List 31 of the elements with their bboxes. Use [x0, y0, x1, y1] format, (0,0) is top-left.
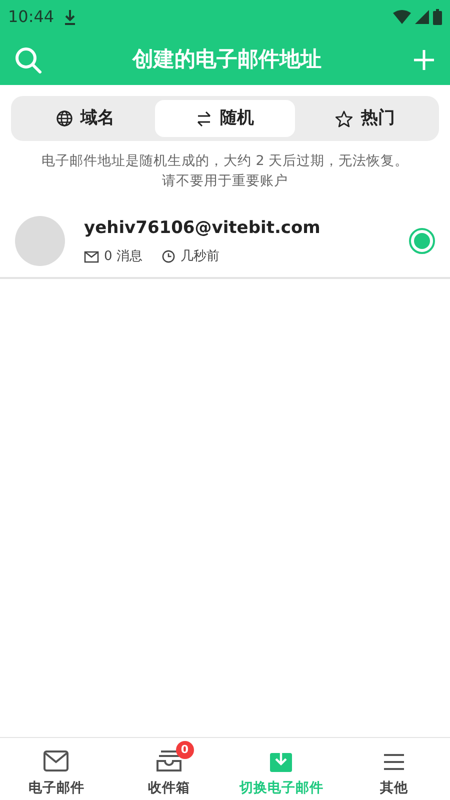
tab[interactable]: 域名 — [15, 100, 155, 137]
notice-text: 电子邮件地址是随机生成的，大约 2 天后过期，无法恢复。 — [41, 152, 409, 171]
add-icon[interactable] — [412, 48, 436, 72]
unread-badge: 0 — [176, 740, 194, 759]
email-address: yehiv76106@vitebit.com — [84, 216, 322, 240]
swap-arrows-icon — [196, 110, 212, 126]
star-icon — [335, 110, 353, 128]
envelope-icon — [84, 250, 99, 263]
radio-button[interactable] — [409, 228, 435, 254]
inbox-tray-icon — [156, 750, 182, 772]
signal-icon — [415, 10, 429, 24]
battery-icon — [433, 9, 442, 25]
status-time: 10:44 — [8, 6, 54, 28]
avatar — [15, 216, 65, 266]
nav-tab[interactable]: 电子邮件 — [0, 738, 112, 800]
created-time: 几秒前 — [180, 248, 220, 266]
wifi-icon — [393, 10, 411, 24]
globe-icon — [56, 110, 72, 127]
header-title: 创建的电子邮件地址 — [132, 46, 322, 73]
tab[interactable]: 随机 — [155, 100, 295, 137]
nav-tab[interactable]: 其他 — [338, 738, 450, 800]
nav-tab[interactable]: 0 收件箱 — [112, 738, 225, 800]
message-count: 0 消息 — [104, 248, 142, 266]
notice-text: 请不要用于重要账户 — [162, 172, 288, 191]
envelope-icon — [43, 750, 70, 772]
download-icon — [64, 9, 76, 25]
search-icon[interactable] — [14, 46, 42, 74]
address-row[interactable]: yehiv76106@vitebit.com 0 消息 几秒前 — [0, 205, 450, 279]
clock-icon — [162, 250, 176, 264]
tab[interactable]: 热门 — [295, 100, 435, 137]
menu-icon — [382, 752, 405, 772]
